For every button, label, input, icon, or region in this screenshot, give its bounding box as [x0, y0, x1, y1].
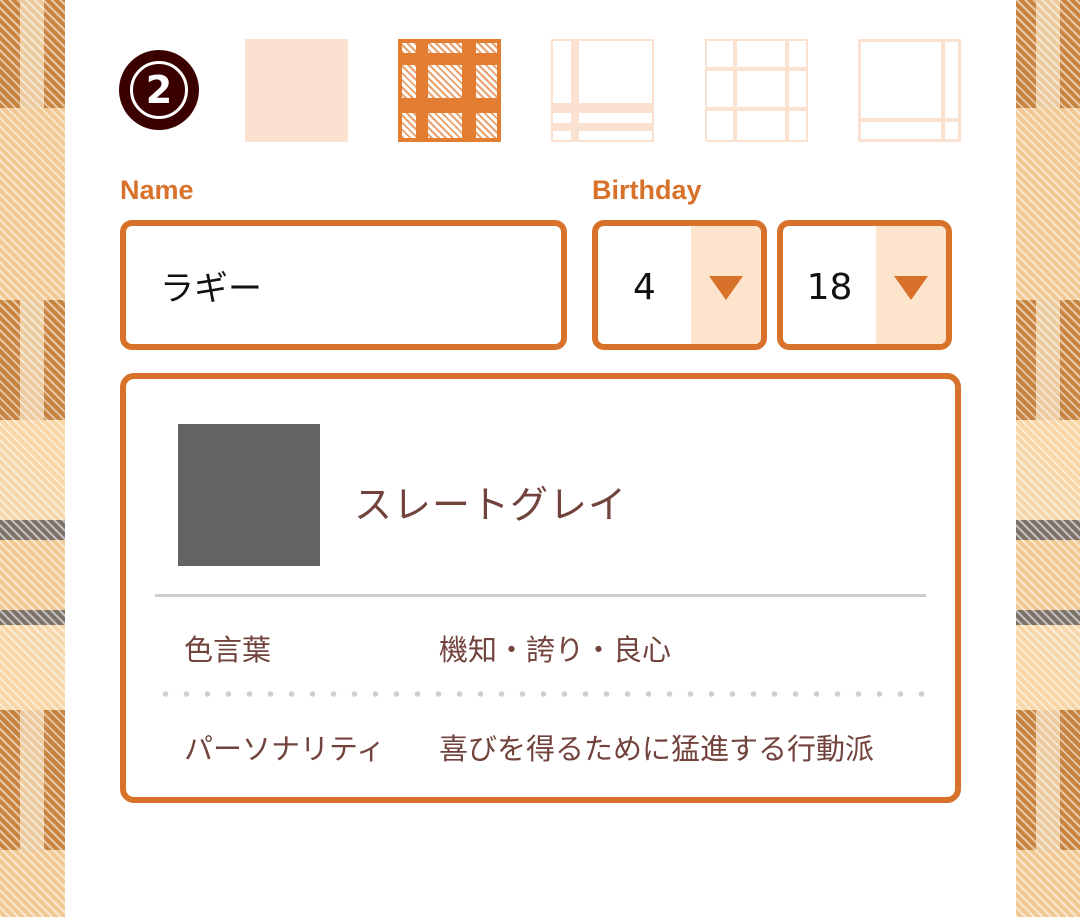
color-words-value: 機知・誇り・良心: [439, 633, 672, 667]
pattern-swatch-faint-tartan[interactable]: [551, 39, 654, 142]
dotted-divider: [155, 691, 926, 697]
day-value: 18: [806, 266, 853, 308]
color-chip: [178, 424, 320, 566]
color-name: スレートグレイ: [354, 483, 628, 527]
personality-label: パーソナリティ: [184, 732, 386, 766]
plaid-border-right: [1016, 0, 1080, 917]
name-input[interactable]: ラギー: [120, 220, 567, 350]
main-panel: 2 Name Birthday ラギー 4 18 スレートグレイ 色言葉 機知・…: [65, 0, 1016, 917]
color-words-label: 色言葉: [184, 633, 272, 667]
birthday-month-select[interactable]: 4: [592, 220, 767, 350]
day-dropdown-arrow[interactable]: [876, 226, 946, 344]
name-label: Name: [120, 175, 194, 205]
pattern-swatch-faint-windowpane[interactable]: [858, 39, 961, 142]
pattern-swatch-faint-grid[interactable]: [705, 39, 808, 142]
personality-value: 喜びを得るために猛進する行動派: [439, 732, 875, 766]
step-number-badge: 2: [119, 50, 199, 130]
color-result-card: スレートグレイ 色言葉 機知・誇り・良心 パーソナリティ 喜びを得るために猛進す…: [120, 373, 961, 803]
divider: [155, 594, 926, 597]
triangle-down-icon: [894, 276, 928, 300]
triangle-down-icon: [709, 276, 743, 300]
birthday-day-select[interactable]: 18: [777, 220, 952, 350]
month-dropdown-arrow[interactable]: [691, 226, 761, 344]
step-number: 2: [130, 61, 188, 119]
month-value: 4: [633, 266, 656, 308]
plaid-border-left: [0, 0, 65, 917]
birthday-label: Birthday: [592, 175, 702, 205]
name-input-value: ラギー: [160, 268, 262, 309]
pattern-swatch-orange-gingham[interactable]: [398, 39, 501, 142]
pattern-swatch-solid-peach[interactable]: [245, 39, 348, 142]
